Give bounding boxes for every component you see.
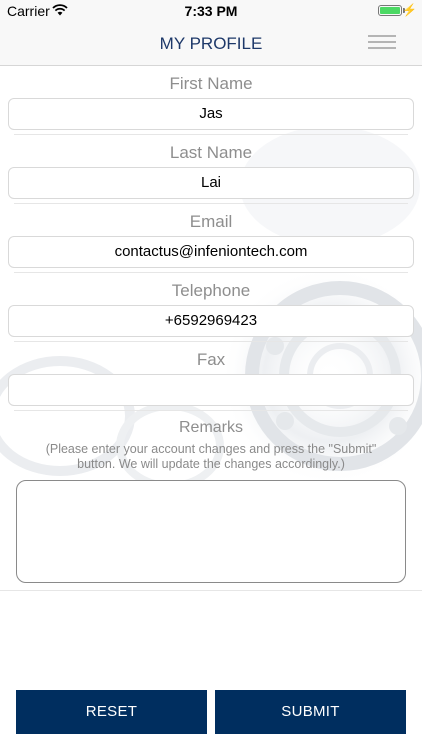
divider [14, 341, 408, 342]
last-name-label: Last Name [169, 143, 253, 162]
telephone-label: Telephone [171, 281, 251, 300]
telephone-field[interactable]: +6592969423 [8, 305, 414, 337]
remarks-label: Remarks [178, 419, 243, 436]
page-title: MY PROFILE [159, 34, 263, 53]
divider [14, 272, 408, 273]
remarks-hint: (Please enter your account changes and p… [45, 442, 377, 471]
divider [14, 203, 408, 204]
clock: 7:33 PM [184, 3, 238, 19]
fax-label: Fax [196, 350, 226, 369]
submit-button[interactable]: SUBMIT [215, 690, 406, 734]
fax-field[interactable] [8, 374, 414, 406]
divider [0, 590, 422, 591]
email-field[interactable]: contactus@infeniontech.com [8, 236, 414, 268]
battery-icon [378, 5, 402, 16]
status-bar: Carrier 7:33 PM ⚡ [0, 0, 422, 22]
divider [14, 410, 408, 411]
remarks-textarea[interactable] [16, 480, 406, 583]
reset-button[interactable]: RESET [16, 690, 207, 734]
profile-form: First Name Jas Last Name Lai Email conta… [0, 66, 422, 750]
divider [14, 134, 408, 135]
email-label: Email [189, 212, 233, 231]
charging-bolt-icon: ⚡ [402, 3, 417, 17]
last-name-field[interactable]: Lai [8, 167, 414, 199]
navigation-bar: MY PROFILE [0, 22, 422, 66]
first-name-label: First Name [169, 74, 253, 93]
hamburger-menu-icon[interactable] [368, 35, 396, 51]
first-name-field[interactable]: Jas [8, 98, 414, 130]
